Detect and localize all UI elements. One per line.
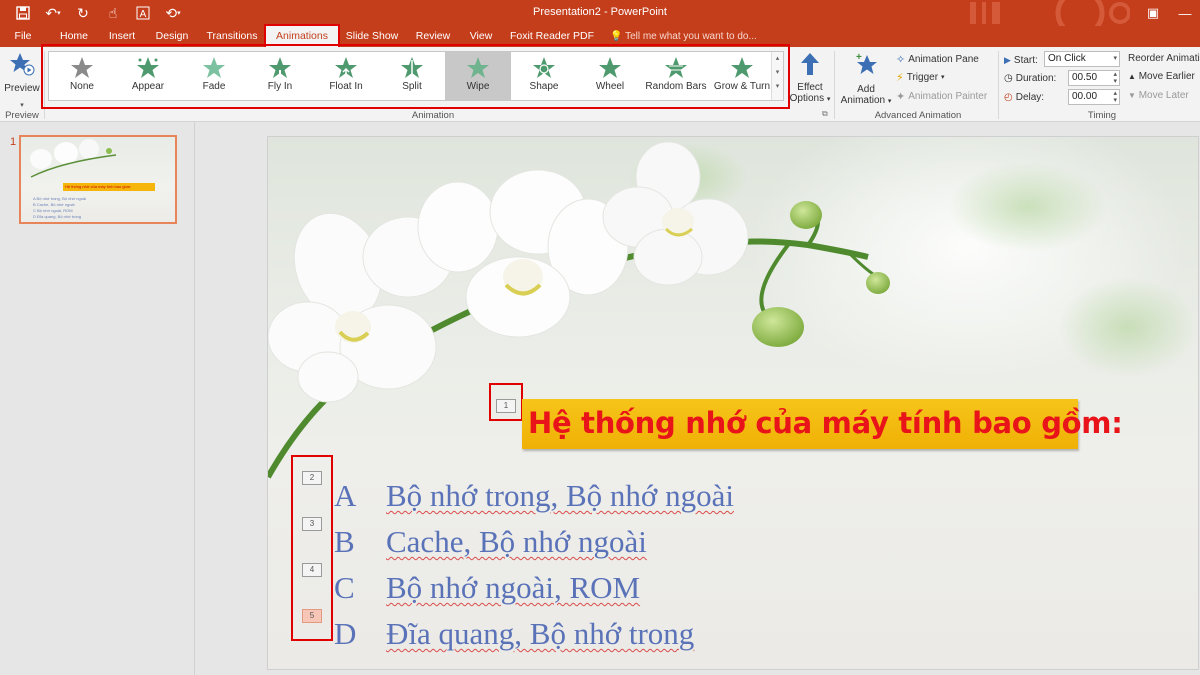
start-row: ▶ Start: (1004, 51, 1038, 69)
thumbnail-line: D Đĩa quang, Bộ nhớ trong (33, 214, 81, 219)
answer-text-b[interactable]: Cache, Bộ nhớ ngoài (386, 524, 647, 560)
answer-text-c[interactable]: Bộ nhớ ngoài, ROM (386, 570, 640, 606)
add-animation-label-1: Add (857, 84, 875, 95)
painter-icon: ✦ (896, 90, 906, 103)
effect-options-button[interactable]: Effect Options ▾ (788, 51, 832, 107)
add-animation-button[interactable]: + Add Animation ▾ (838, 51, 894, 107)
triangle-up-icon: ▲ (1128, 72, 1136, 81)
delay-row: ◴ Delay: (1004, 88, 1044, 106)
reorder-animation-label: Reorder Animation (1128, 53, 1200, 64)
start-value: On Click (1048, 53, 1086, 64)
preview-group-label: Preview (5, 110, 39, 121)
effect-options-label-1: Effect (797, 82, 823, 93)
slide-thumbnail[interactable]: Hệ thống nhớ của máy tính bao gồm: A Bộ … (19, 135, 177, 224)
animation-pane-label: Animation Pane (908, 53, 979, 65)
animation-painter-label: Animation Painter (908, 90, 988, 102)
answer-letter-b: B (334, 524, 355, 559)
effect-options-label-2: Options (789, 93, 825, 104)
dialog-launcher-icon[interactable]: ⧉ (822, 109, 828, 119)
duration-row: ◷ Duration: (1004, 69, 1056, 87)
lightning-icon: ⚡ (896, 71, 904, 84)
move-earlier-label: Move Earlier (1138, 71, 1195, 82)
move-later-button[interactable]: ▼ Move Later (1128, 90, 1189, 101)
question-title-box[interactable]: Hệ thống nhớ của máy tính bao gồm: (522, 399, 1123, 449)
title-tag-highlight (489, 383, 523, 421)
delay-clock-icon: ◴ (1004, 91, 1013, 103)
thumbnail-line: B Cache, Bộ nhớ ngoài (33, 202, 75, 207)
advanced-animation-group-label: Advanced Animation (874, 110, 962, 121)
thumbnail-line: C Bộ nhớ ngoài, ROM (33, 208, 73, 213)
slide-number: 1 (10, 136, 17, 148)
answer-letter-d: D (334, 616, 357, 651)
add-animation-label-2: Animation (840, 95, 886, 106)
ribbon-display-icon[interactable]: ▣ (1140, 3, 1166, 23)
animation-pane-icon: ✧ (896, 53, 906, 66)
delay-label: Delay: (1015, 91, 1045, 103)
timing-group-label: Timing (1087, 110, 1117, 121)
duration-input[interactable]: 00.50 ▴ ▾ (1068, 70, 1120, 86)
start-icon: ▶ (1004, 54, 1011, 65)
start-label: Start: (1013, 54, 1038, 66)
animation-group-label: Animation (411, 110, 455, 121)
thumbnail-orchid-image (30, 139, 117, 178)
thumbnail-line: A Bộ nhớ trong, Bộ nhớ ngoài (33, 196, 87, 201)
move-later-label: Move Later (1138, 90, 1189, 101)
tell-me-text: Tell me what you want to do... (625, 31, 757, 42)
minimize-icon[interactable]: — (1172, 3, 1198, 23)
title-decoration (950, 0, 1130, 26)
animation-pane-button[interactable]: ✧ Animation Pane (896, 51, 979, 67)
title-bar: ↶ ▾ ↻ ☝ A ⟲ ▾ Presentation2 - PowerPoint ▣… (0, 0, 1200, 26)
preview-button[interactable]: Preview ▾ (2, 51, 42, 109)
move-earlier-button[interactable]: ▲ Move Earlier (1128, 71, 1195, 82)
trigger-button[interactable]: ⚡ Trigger ▾ (896, 69, 945, 85)
delay-input[interactable]: 00.00 ▴ ▾ (1068, 89, 1120, 105)
duration-label: Duration: (1015, 72, 1057, 84)
animation-painter-button[interactable]: ✦ Animation Painter (896, 88, 987, 104)
trigger-label: Trigger (906, 71, 939, 83)
answer-tags-highlight (291, 455, 333, 641)
lightbulb-icon: 💡 (610, 31, 623, 42)
slide-thumbnail-pane: 1 Hệ thống nhớ của máy tính bao gồm: A B… (0, 122, 195, 675)
answer-letter-a: A (334, 478, 357, 513)
clock-icon: ◷ (1004, 72, 1013, 84)
animation-gallery-highlight (41, 44, 790, 109)
answer-letter-c: C (334, 570, 355, 605)
duration-value: 00.50 (1072, 72, 1098, 83)
up-arrow-icon (801, 53, 819, 75)
answer-text-a[interactable]: Bộ nhớ trong, Bộ nhớ ngoài (386, 478, 734, 514)
start-select[interactable]: On Click ▾ (1044, 51, 1120, 67)
tab-file[interactable]: File (8, 26, 38, 47)
question-title: Hệ thống nhớ của máy tính bao gồm: (528, 406, 1123, 440)
thumbnail-title: Hệ thống nhớ của máy tính bao gồm: (63, 183, 155, 191)
add-animation-star-icon: + (856, 52, 877, 74)
preview-dropdown-icon: ▾ (20, 102, 24, 109)
triangle-down-icon: ▼ (1128, 91, 1136, 100)
delay-value: 00.00 (1072, 91, 1098, 102)
preview-star-icon (10, 53, 35, 76)
answer-text-d[interactable]: Đĩa quang, Bộ nhớ trong (386, 616, 694, 652)
preview-label: Preview (4, 83, 40, 94)
svg-text:+: + (856, 52, 862, 63)
